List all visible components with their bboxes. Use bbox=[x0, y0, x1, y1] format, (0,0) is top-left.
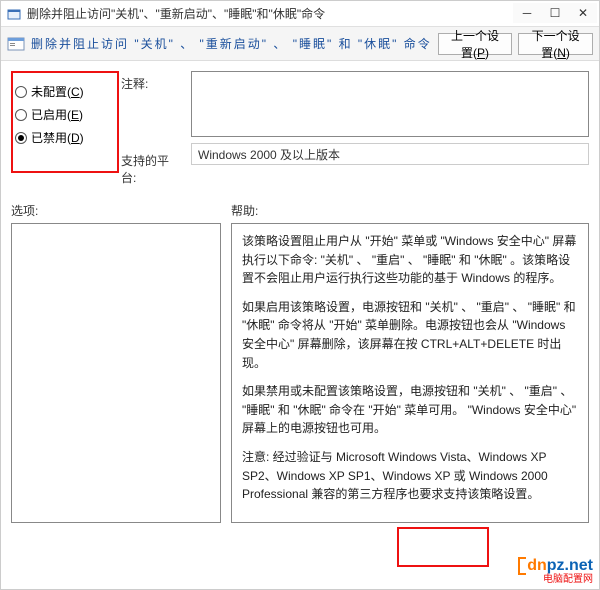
radio-label-not-configured: 未配置(C) bbox=[31, 83, 84, 100]
help-paragraph: 如果启用该策略设置，电源按钮和 "关机" 、 "重启" 、 "睡眠" 和 "休眠… bbox=[242, 298, 578, 372]
watermark-suffix: .net bbox=[565, 557, 593, 574]
maximize-button[interactable]: ☐ bbox=[541, 3, 569, 23]
watermark-brand2: pz bbox=[547, 557, 565, 574]
window-controls: ─ ☐ ✕ bbox=[513, 3, 597, 23]
radio-disabled[interactable]: 已禁用(D) bbox=[15, 129, 105, 146]
window-title: 删除并阻止访问"关机"、"重新启动"、"睡眠"和"休眠"命令 bbox=[27, 5, 325, 22]
supported-label: 支持的平台: bbox=[121, 152, 181, 186]
watermark-tag: 电脑配置网 bbox=[518, 575, 593, 585]
body-area: 未配置(C) 已启用(E) 已禁用(D) 注释: 支持的平台: bbox=[1, 61, 599, 186]
watermark-brand1: dn bbox=[527, 557, 547, 574]
minimize-button[interactable]: ─ bbox=[513, 3, 541, 23]
options-box[interactable] bbox=[11, 223, 221, 523]
label-column: 注释: 支持的平台: bbox=[121, 69, 181, 186]
right-column: Windows 2000 及以上版本 bbox=[191, 69, 589, 165]
state-radio-group: 未配置(C) 已启用(E) 已禁用(D) bbox=[11, 69, 111, 160]
comment-textarea[interactable] bbox=[191, 71, 589, 137]
options-column: 选项: bbox=[11, 202, 221, 523]
next-setting-button[interactable]: 下一个设置(N) bbox=[518, 33, 593, 55]
radio-not-configured[interactable]: 未配置(C) bbox=[15, 83, 105, 100]
watermark: dnpz.net 电脑配置网 bbox=[518, 557, 593, 585]
policy-title: 删除并阻止访问 "关机" 、 "重新启动" 、 "睡眠" 和 "休眠" 命令 bbox=[31, 35, 432, 52]
mid-row: 选项: 帮助: 该策略设置阻止用户从 "开始" 菜单或 "Windows 安全中… bbox=[1, 202, 599, 523]
policy-editor-window: 删除并阻止访问"关机"、"重新启动"、"睡眠"和"休眠"命令 ─ ☐ ✕ 删除并… bbox=[0, 0, 600, 590]
help-label: 帮助: bbox=[231, 202, 589, 219]
radio-label-enabled: 已启用(E) bbox=[31, 106, 83, 123]
titlebar: 删除并阻止访问"关机"、"重新启动"、"睡眠"和"休眠"命令 ─ ☐ ✕ bbox=[1, 1, 599, 27]
help-text-box[interactable]: 该策略设置阻止用户从 "开始" 菜单或 "Windows 安全中心" 屏幕执行以… bbox=[231, 223, 589, 523]
comment-label: 注释: bbox=[121, 75, 181, 92]
help-paragraph: 如果禁用或未配置该策略设置，电源按钮和 "关机" 、 "重启" 、 "睡眠" 和… bbox=[242, 382, 578, 438]
supported-platform-field: Windows 2000 及以上版本 bbox=[191, 143, 589, 165]
radio-icon bbox=[15, 86, 27, 98]
help-paragraph: 注意: 经过验证与 Microsoft Windows Vista、Window… bbox=[242, 448, 578, 504]
previous-setting-button[interactable]: 上一个设置(P) bbox=[438, 33, 512, 55]
annotation-highlight-bottom bbox=[397, 527, 489, 567]
radio-icon bbox=[15, 109, 27, 121]
radio-label-disabled: 已禁用(D) bbox=[31, 129, 84, 146]
supported-platform-value: Windows 2000 及以上版本 bbox=[198, 148, 340, 162]
close-button[interactable]: ✕ bbox=[569, 3, 597, 23]
help-column: 帮助: 该策略设置阻止用户从 "开始" 菜单或 "Windows 安全中心" 屏… bbox=[231, 202, 589, 523]
help-paragraph: 该策略设置阻止用户从 "开始" 菜单或 "Windows 安全中心" 屏幕执行以… bbox=[242, 232, 578, 288]
app-icon bbox=[7, 7, 21, 21]
options-label: 选项: bbox=[11, 202, 221, 219]
policy-icon bbox=[7, 35, 25, 53]
toolbar: 删除并阻止访问 "关机" 、 "重新启动" 、 "睡眠" 和 "休眠" 命令 上… bbox=[1, 27, 599, 61]
radio-enabled[interactable]: 已启用(E) bbox=[15, 106, 105, 123]
radio-icon bbox=[15, 132, 27, 144]
